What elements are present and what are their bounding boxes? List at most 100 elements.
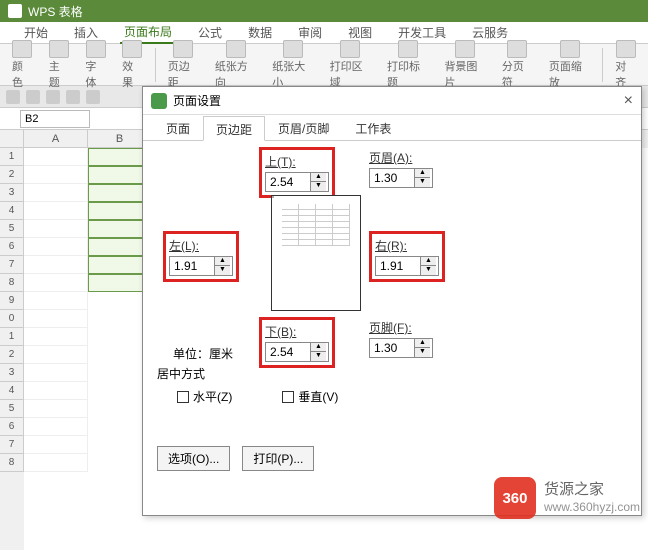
checkbox-icon [177,391,189,403]
spin-up-icon[interactable]: ▲ [415,169,430,178]
spin-down-icon[interactable]: ▼ [415,178,430,187]
margin-top-input[interactable] [266,175,310,189]
printarea-icon [340,40,360,58]
center-horizontal-checkbox[interactable]: 水平(Z) [177,388,232,405]
margin-left-group: 左(L): ▲▼ [163,231,239,282]
margin-footer-input[interactable] [370,341,414,355]
tool-size[interactable]: 纸张大小 [266,40,319,90]
spin-up-icon[interactable]: ▲ [311,173,326,182]
wps-logo-icon [151,93,167,109]
watermark-line1: 货源之家 [544,480,640,500]
tool-theme[interactable]: 主题 [43,40,76,90]
margin-left-label: 左(L): [169,237,233,254]
row-header[interactable]: 1 [0,328,24,346]
tool-font[interactable]: 字体 [79,40,112,90]
ribbon-toolbar: 颜色 主题 字体 效果 页边距 纸张方向 纸张大小 打印区域 打印标题 背景图片… [0,44,648,86]
margin-right-spinner[interactable]: ▲▼ [375,256,439,276]
separator [602,48,603,82]
checkbox-icon [282,391,294,403]
name-box[interactable]: B2 [20,110,90,128]
save-icon[interactable] [6,90,20,104]
row-header[interactable]: 7 [0,256,24,274]
row-header[interactable]: 3 [0,184,24,202]
print-button[interactable]: 打印(P)... [242,446,314,471]
margin-bottom-spinner[interactable]: ▲▼ [265,342,329,362]
margin-bottom-input[interactable] [266,345,310,359]
spin-up-icon[interactable]: ▲ [421,257,436,266]
dlg-tab-headerfooter[interactable]: 页眉/页脚 [265,115,342,140]
spin-down-icon[interactable]: ▼ [421,266,436,275]
tool-effect[interactable]: 效果 [116,40,149,90]
row-header[interactable]: 0 [0,310,24,328]
row-header[interactable]: 9 [0,292,24,310]
app-titlebar: WPS 表格 [0,0,648,22]
margin-footer-spinner[interactable]: ▲▼ [369,338,433,358]
spin-down-icon[interactable]: ▼ [311,352,326,361]
row-header[interactable]: 4 [0,202,24,220]
margin-top-spinner[interactable]: ▲▼ [265,172,329,192]
dlg-tab-page[interactable]: 页面 [153,115,203,140]
dialog-body: 上(T): ▲▼ 页眉(A): ▲▼ 左(L): ▲▼ 右(R): [143,141,641,481]
row-header[interactable]: 2 [0,166,24,184]
options-button[interactable]: 选项(O)... [157,446,230,471]
tool-bgimage[interactable]: 背景图片 [438,40,491,90]
col-header[interactable]: A [24,130,88,148]
spin-down-icon[interactable]: ▼ [215,266,230,275]
align-icon [616,40,636,58]
watermark-line2: www.360hyzj.com [544,500,640,516]
dlg-tab-margins[interactable]: 页边距 [203,116,265,141]
row-header[interactable]: 7 [0,436,24,454]
center-vertical-checkbox[interactable]: 垂直(V) [282,388,338,405]
spin-down-icon[interactable]: ▼ [415,348,430,357]
effect-icon [122,40,142,58]
redo-icon[interactable] [46,90,60,104]
margin-left-spinner[interactable]: ▲▼ [169,256,233,276]
row-header[interactable]: 3 [0,364,24,382]
margin-right-group: 右(R): ▲▼ [369,231,445,282]
row-header[interactable]: 6 [0,418,24,436]
preview-icon[interactable] [86,90,100,104]
row-header[interactable]: 5 [0,400,24,418]
scale-icon [560,40,580,58]
tool-orientation[interactable]: 纸张方向 [209,40,262,90]
tool-printtitles[interactable]: 打印标题 [381,40,434,90]
row-header[interactable]: 2 [0,346,24,364]
tool-scale[interactable]: 页面缩放 [543,40,596,90]
row-header[interactable]: 4 [0,382,24,400]
print-icon[interactable] [66,90,80,104]
close-button[interactable]: × [624,92,633,110]
spin-down-icon[interactable]: ▼ [311,182,326,191]
tool-align[interactable]: 对齐 [609,40,642,90]
app-logo-icon [8,4,22,18]
undo-icon[interactable] [26,90,40,104]
printtitles-icon [398,40,418,58]
tool-printarea[interactable]: 打印区域 [324,40,377,90]
tool-color[interactable]: 颜色 [6,40,39,90]
row-header[interactable]: 1 [0,148,24,166]
margin-header-spinner[interactable]: ▲▼ [369,168,433,188]
row-header[interactable]: 6 [0,238,24,256]
dialog-footer: 选项(O)... 打印(P)... [157,446,314,471]
row-header[interactable]: 5 [0,220,24,238]
margin-right-input[interactable] [376,259,420,273]
center-title: 居中方式 [157,365,338,382]
margin-header-input[interactable] [370,171,414,185]
row-header[interactable]: 8 [0,454,24,472]
font-icon [86,40,106,58]
tool-breaks[interactable]: 分页符 [496,40,539,90]
margin-preview [271,195,361,311]
theme-icon [49,40,69,58]
spin-up-icon[interactable]: ▲ [311,343,326,352]
tool-margins[interactable]: 页边距 [162,40,205,90]
row-header[interactable]: 8 [0,274,24,292]
margin-left-input[interactable] [170,259,214,273]
palette-icon [12,40,32,58]
spin-up-icon[interactable]: ▲ [415,339,430,348]
margins-icon [173,40,193,58]
pagesize-icon [283,40,303,58]
margin-header-label: 页眉(A): [369,149,433,166]
spin-up-icon[interactable]: ▲ [215,257,230,266]
breaks-icon [507,40,527,58]
dlg-tab-sheet[interactable]: 工作表 [342,115,404,140]
center-group: 居中方式 水平(Z) 垂直(V) [157,365,338,405]
